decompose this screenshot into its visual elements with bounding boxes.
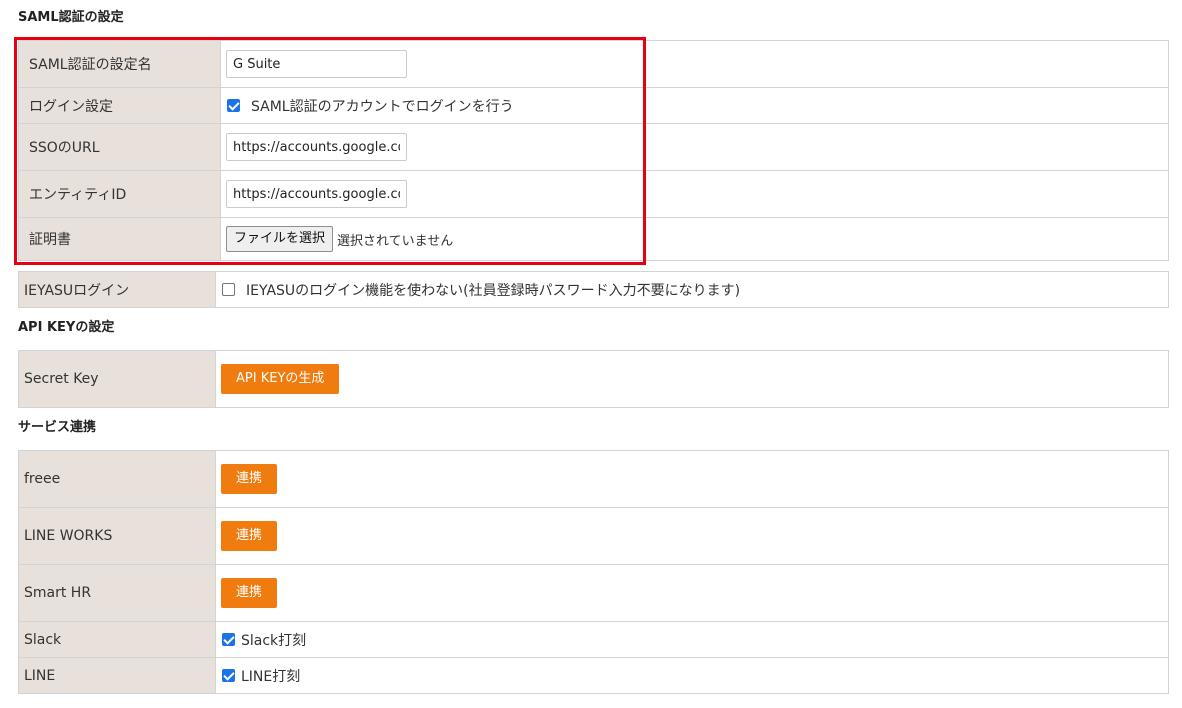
saml-section-title: SAML認証の設定 bbox=[18, 10, 124, 25]
secret-key-label: Secret Key bbox=[18, 350, 216, 408]
entity-id-cell bbox=[220, 170, 1169, 218]
freee-label: freee bbox=[18, 450, 216, 508]
slack-row: Slack Slack打刻 bbox=[18, 621, 1169, 658]
ieyasu-login-table: IEYASUログイン IEYASUのログイン機能を使わない(社員登録時パスワード… bbox=[18, 271, 1169, 308]
secret-key-cell: API KEYの生成 bbox=[215, 350, 1169, 408]
smart-hr-cell: 連携 bbox=[215, 564, 1169, 622]
ieyasu-login-row: IEYASUログイン IEYASUのログイン機能を使わない(社員登録時パスワード… bbox=[18, 271, 1169, 308]
saml-login-checkbox[interactable] bbox=[227, 99, 240, 112]
line-works-label: LINE WORKS bbox=[18, 507, 216, 565]
login-setting-cell: SAML認証のアカウントでログインを行う bbox=[220, 87, 1169, 124]
line-works-cell: 連携 bbox=[215, 507, 1169, 565]
saml-login-checkbox-label: SAML認証のアカウントでログインを行う bbox=[251, 98, 514, 115]
slack-checkbox-label: Slack打刻 bbox=[241, 632, 307, 649]
freee-row: freee 連携 bbox=[18, 450, 1169, 508]
ieyasu-login-checkbox[interactable] bbox=[222, 283, 235, 296]
settings-page: SAML認証の設定 SAML認証の設定名 ログイン設定 SAML認証のアカウント… bbox=[0, 0, 1182, 708]
line-works-row: LINE WORKS 連携 bbox=[18, 507, 1169, 565]
sso-url-label: SSOのURL bbox=[18, 123, 221, 171]
ieyasu-login-checkbox-label: IEYASUのログイン機能を使わない(社員登録時パスワード入力不要になります) bbox=[246, 282, 741, 299]
slack-checkbox[interactable] bbox=[222, 633, 235, 646]
saml-settings-table: SAML認証の設定名 ログイン設定 SAML認証のアカウントでログインを行う S… bbox=[18, 40, 1169, 261]
smart-hr-label: Smart HR bbox=[18, 564, 216, 622]
certificate-cell: ファイルを選択 選択されていません bbox=[220, 217, 1169, 261]
entity-id-input[interactable] bbox=[226, 180, 407, 208]
ieyasu-login-label: IEYASUログイン bbox=[18, 271, 216, 308]
slack-cell: Slack打刻 bbox=[215, 621, 1169, 658]
freee-connect-button[interactable]: 連携 bbox=[221, 464, 278, 494]
entity-id-label: エンティティID bbox=[18, 170, 221, 218]
certificate-row: 証明書 ファイルを選択 選択されていません bbox=[18, 217, 1169, 261]
certificate-label: 証明書 bbox=[18, 217, 221, 261]
choose-file-button[interactable]: ファイルを選択 bbox=[226, 226, 334, 252]
service-integration-table: freee 連携 LINE WORKS 連携 Smart HR 連携 Slack… bbox=[18, 450, 1169, 694]
line-checkbox[interactable] bbox=[222, 669, 235, 682]
service-section-title: サービス連携 bbox=[18, 420, 97, 435]
sso-url-cell bbox=[220, 123, 1169, 171]
login-setting-label: ログイン設定 bbox=[18, 87, 221, 124]
line-cell: LINE打刻 bbox=[215, 657, 1169, 694]
line-works-connect-button[interactable]: 連携 bbox=[221, 521, 278, 551]
entity-id-row: エンティティID bbox=[18, 170, 1169, 218]
saml-setting-name-input[interactable] bbox=[226, 50, 407, 78]
smart-hr-row: Smart HR 連携 bbox=[18, 564, 1169, 622]
smart-hr-connect-button[interactable]: 連携 bbox=[221, 578, 278, 608]
api-key-table: Secret Key API KEYの生成 bbox=[18, 350, 1169, 408]
ieyasu-login-cell: IEYASUのログイン機能を使わない(社員登録時パスワード入力不要になります) bbox=[215, 271, 1169, 308]
line-label: LINE bbox=[18, 657, 216, 694]
file-status-text: 選択されていません bbox=[337, 233, 454, 249]
saml-setting-name-row: SAML認証の設定名 bbox=[18, 40, 1169, 88]
api-section-title: API KEYの設定 bbox=[18, 320, 115, 335]
secret-key-row: Secret Key API KEYの生成 bbox=[18, 350, 1169, 408]
login-setting-row: ログイン設定 SAML認証のアカウントでログインを行う bbox=[18, 87, 1169, 124]
line-checkbox-label: LINE打刻 bbox=[241, 668, 301, 685]
saml-setting-name-label: SAML認証の設定名 bbox=[18, 40, 221, 88]
sso-url-input[interactable] bbox=[226, 133, 407, 161]
saml-setting-name-cell bbox=[220, 40, 1169, 88]
line-row: LINE LINE打刻 bbox=[18, 657, 1169, 694]
slack-label: Slack bbox=[18, 621, 216, 658]
generate-api-key-button[interactable]: API KEYの生成 bbox=[221, 364, 340, 394]
sso-url-row: SSOのURL bbox=[18, 123, 1169, 171]
freee-cell: 連携 bbox=[215, 450, 1169, 508]
